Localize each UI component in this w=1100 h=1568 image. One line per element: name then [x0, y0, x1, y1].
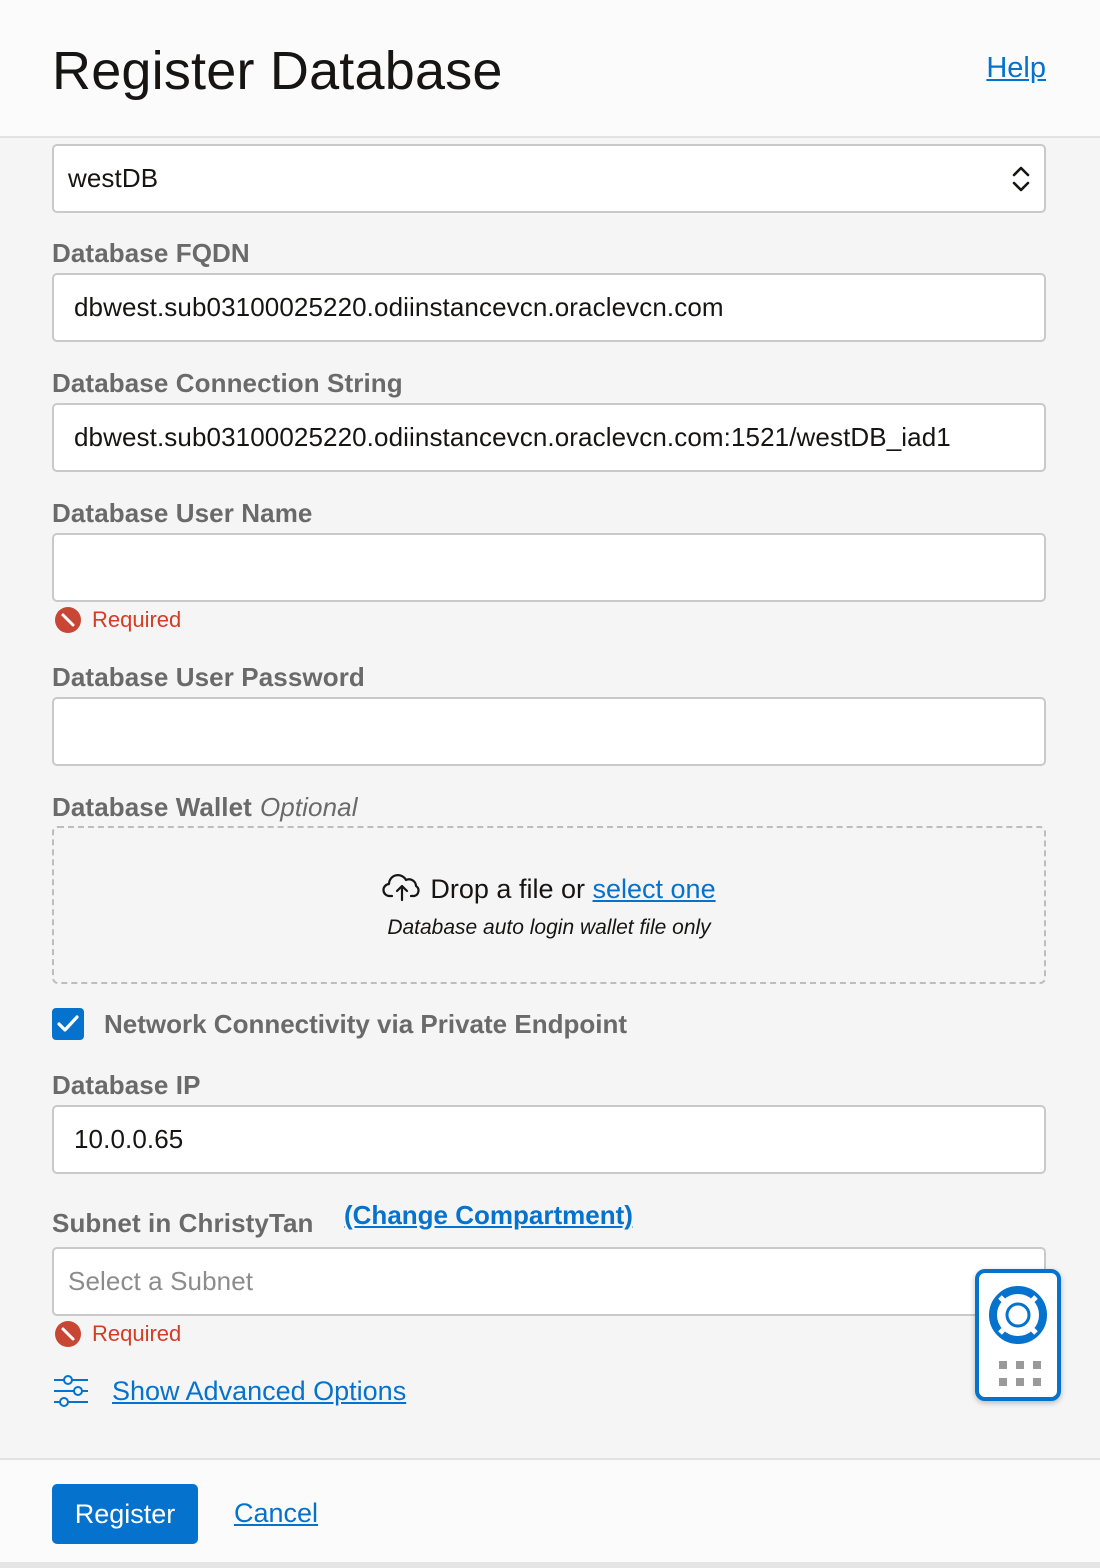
drop-line: Drop a file or select one: [54, 872, 1044, 905]
error-icon: [55, 607, 81, 633]
error-icon: [55, 1321, 81, 1347]
fqdn-input[interactable]: dbwest.sub03100025220.odiinstancevcn.ora…: [52, 273, 1046, 342]
user-name-error: Required: [54, 606, 181, 634]
panel-header: Register Database Help: [0, 0, 1100, 138]
updown-chevron-icon: [1012, 166, 1030, 192]
subnet-label: Subnet in ChristyTan: [52, 1208, 314, 1239]
show-advanced-options-link[interactable]: Show Advanced Options: [112, 1376, 406, 1407]
wallet-dropzone[interactable]: Drop a file or select one Database auto …: [52, 826, 1046, 984]
database-ip-value: 10.0.0.65: [74, 1124, 184, 1154]
footer-divider: [0, 1562, 1100, 1568]
sliders-icon: [54, 1375, 88, 1407]
wallet-hint: Database auto login wallet file only: [387, 916, 711, 939]
private-endpoint-checkbox[interactable]: [52, 1008, 84, 1040]
grip-icon: [999, 1361, 1041, 1386]
user-password-label: Database User Password: [52, 662, 365, 692]
lifebuoy-icon: [989, 1286, 1047, 1344]
subnet-select[interactable]: Select a Subnet: [52, 1247, 1046, 1316]
subnet-placeholder: Select a Subnet: [68, 1266, 254, 1296]
user-password-input[interactable]: [52, 697, 1046, 766]
wallet-label: Database Wallet Optional: [52, 792, 358, 823]
wallet-label-text: Database Wallet: [52, 792, 252, 822]
wallet-optional-text: Optional: [259, 792, 358, 822]
cloud-upload-icon: [382, 874, 420, 902]
connection-string-value: dbwest.sub03100025220.odiinstancevcn.ora…: [74, 422, 951, 452]
database-ip-input[interactable]: 10.0.0.65: [52, 1105, 1046, 1174]
user-name-input[interactable]: [52, 533, 1046, 602]
private-endpoint-label[interactable]: Network Connectivity via Private Endpoin…: [104, 1009, 627, 1040]
page-title: Register Database: [52, 41, 503, 101]
connection-string-input[interactable]: dbwest.sub03100025220.odiinstancevcn.ora…: [52, 403, 1046, 472]
user-name-label: Database User Name: [52, 498, 313, 528]
fqdn-label: Database FQDN: [52, 238, 250, 268]
help-widget-button[interactable]: [975, 1269, 1061, 1401]
register-button[interactable]: Register: [52, 1484, 198, 1544]
checkmark-icon: [57, 1015, 79, 1032]
subnet-label-prefix: Subnet in: [52, 1208, 172, 1238]
subnet-compartment: ChristyTan: [178, 1208, 314, 1238]
panel-footer: Register Cancel: [0, 1458, 1100, 1568]
subnet-error-text: Required: [92, 1321, 182, 1346]
user-name-error-text: Required: [92, 607, 182, 632]
database-select[interactable]: westDB: [52, 144, 1046, 213]
help-link[interactable]: Help: [986, 52, 1046, 85]
drop-text: Drop a file or: [430, 874, 585, 904]
subnet-error: Required: [54, 1320, 181, 1348]
cancel-link[interactable]: Cancel: [234, 1498, 318, 1529]
fqdn-value: dbwest.sub03100025220.odiinstancevcn.ora…: [74, 292, 724, 322]
select-file-link[interactable]: select one: [593, 874, 716, 904]
change-compartment-link[interactable]: (Change Compartment): [344, 1200, 633, 1231]
database-select-value: westDB: [68, 163, 159, 193]
connection-string-label: Database Connection String: [52, 368, 403, 398]
database-ip-label: Database IP: [52, 1070, 201, 1100]
advanced-options-row[interactable]: Show Advanced Options: [52, 1372, 406, 1410]
